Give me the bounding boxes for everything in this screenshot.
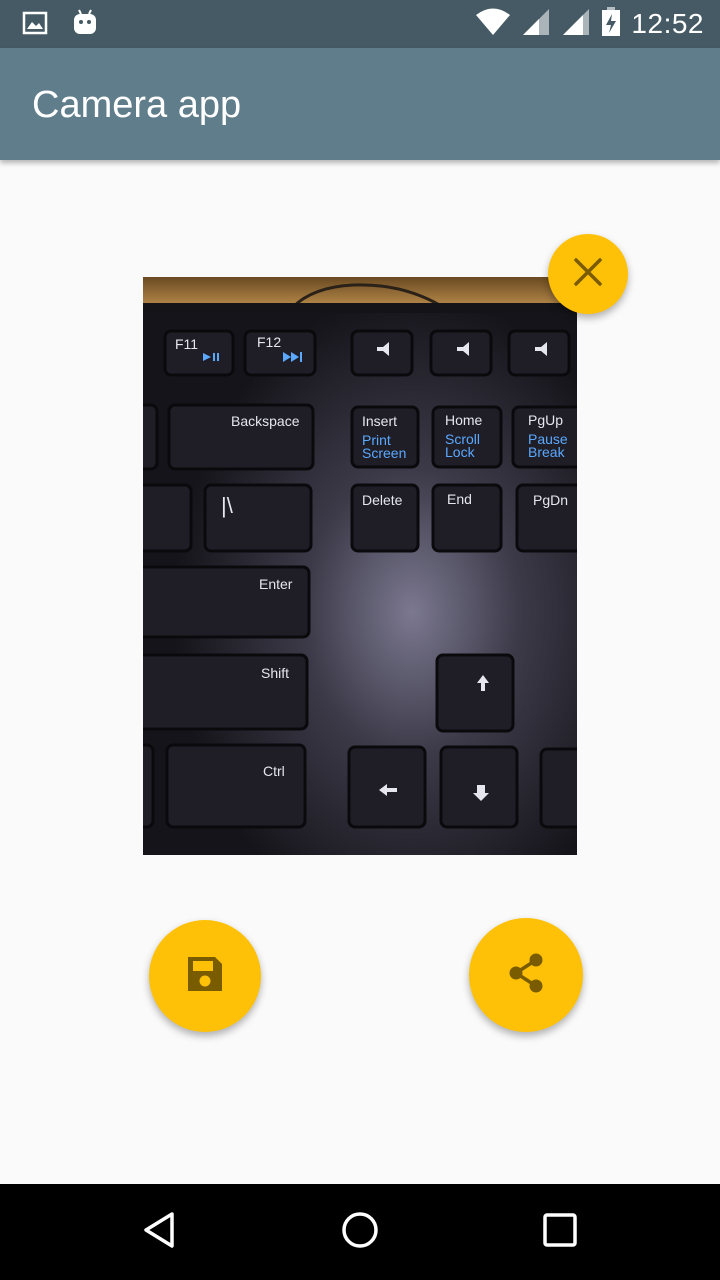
key-enter: Enter [259, 576, 293, 592]
discard-photo-button[interactable] [548, 234, 628, 314]
save-icon [185, 954, 225, 999]
key-pgup: PgUp [528, 412, 563, 428]
battery-charging-icon [601, 6, 621, 42]
share-icon [504, 951, 548, 1000]
signal-icon [521, 8, 551, 41]
key-insert: Insert [362, 413, 397, 429]
save-photo-button[interactable] [149, 920, 261, 1032]
navigation-bar [0, 1184, 720, 1280]
status-time: 12:52 [631, 8, 704, 39]
key-backslash: |\ [221, 493, 234, 518]
wifi-icon [475, 8, 511, 41]
key-delete: Delete [362, 492, 403, 508]
back-button[interactable] [130, 1202, 190, 1262]
image-icon [22, 10, 48, 41]
page-title: Camera app [32, 84, 242, 126]
key-f12: F12 [257, 334, 281, 350]
key-screen: Screen [362, 445, 406, 461]
recents-button[interactable] [530, 1202, 590, 1262]
signal-icon [561, 8, 591, 41]
key-home: Home [445, 412, 483, 428]
key-shift: Shift [261, 665, 289, 681]
android-icon [72, 8, 98, 43]
key-lock: Lock [445, 444, 476, 460]
status-bar: 12:52 [0, 0, 720, 48]
key-backspace: Backspace [231, 413, 300, 429]
key-pgdn: PgDn [533, 492, 568, 508]
share-photo-button[interactable] [469, 918, 583, 1032]
home-icon [339, 1209, 381, 1256]
close-icon [571, 255, 605, 294]
captured-photo: F11 F12 Backspace Insert Home PgUp Delet… [143, 277, 577, 855]
key-f11: F11 [175, 336, 198, 352]
recents-icon [541, 1211, 579, 1254]
back-icon [140, 1210, 180, 1255]
app-bar: Camera app [0, 48, 720, 160]
key-break: Break [528, 444, 566, 460]
key-end: End [447, 491, 472, 507]
key-ctrl: Ctrl [263, 763, 285, 779]
home-button[interactable] [330, 1202, 390, 1262]
